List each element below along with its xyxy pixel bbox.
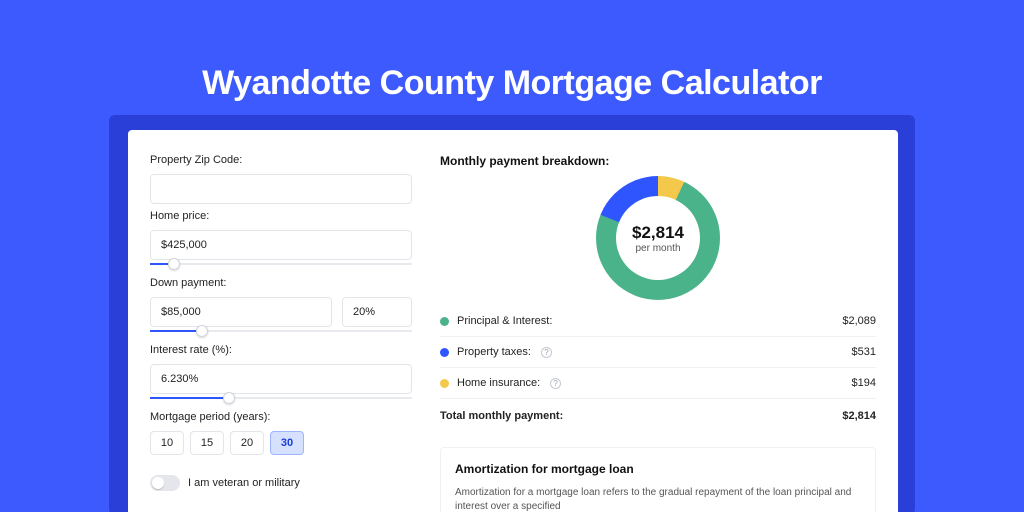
donut-sub: per month — [635, 243, 680, 254]
legend: Principal & Interest: $2,089 Property ta… — [440, 306, 876, 431]
page-title: Wyandotte County Mortgage Calculator — [0, 64, 1024, 103]
legend-row-total: Total monthly payment: $2,814 — [440, 399, 876, 431]
period-option-20[interactable]: 20 — [230, 431, 264, 455]
home-price-label: Home price: — [150, 210, 412, 222]
legend-row-taxes: Property taxes: ? $531 — [440, 337, 876, 368]
dot-icon — [440, 348, 449, 357]
donut-amount: $2,814 — [632, 223, 684, 243]
legend-row-insurance: Home insurance: ? $194 — [440, 368, 876, 399]
calculator-card: Property Zip Code: Home price: Down paym… — [128, 130, 898, 512]
amortization-card: Amortization for mortgage loan Amortizat… — [440, 447, 876, 512]
breakdown-title: Monthly payment breakdown: — [440, 154, 876, 168]
period-options: 10 15 20 30 — [150, 431, 412, 455]
legend-label: Home insurance: — [457, 377, 540, 389]
zip-label: Property Zip Code: — [150, 154, 412, 166]
donut-center: $2,814 per month — [440, 176, 876, 300]
legend-row-principal: Principal & Interest: $2,089 — [440, 306, 876, 337]
interest-rate-label: Interest rate (%): — [150, 344, 412, 356]
legend-label: Principal & Interest: — [457, 315, 552, 327]
down-payment-pct-input[interactable] — [342, 297, 412, 327]
dot-icon — [440, 317, 449, 326]
period-option-30[interactable]: 30 — [270, 431, 304, 455]
legend-amount: $2,089 — [842, 315, 876, 327]
period-option-15[interactable]: 15 — [190, 431, 224, 455]
down-payment-slider[interactable] — [150, 324, 412, 338]
toggle-knob-icon — [152, 477, 164, 489]
slider-thumb-icon[interactable] — [223, 392, 235, 404]
zip-input[interactable] — [150, 174, 412, 204]
breakdown-panel: Monthly payment breakdown: $2,814 per mo… — [440, 154, 876, 506]
info-icon[interactable]: ? — [541, 347, 552, 358]
donut-chart: $2,814 per month — [440, 176, 876, 300]
down-payment-label: Down payment: — [150, 277, 412, 289]
legend-label: Property taxes: — [457, 346, 531, 358]
interest-rate-input[interactable] — [150, 364, 412, 394]
info-icon[interactable]: ? — [550, 378, 561, 389]
legend-amount: $531 — [852, 346, 876, 358]
home-price-slider[interactable] — [150, 257, 412, 271]
home-price-input[interactable] — [150, 230, 412, 260]
dot-icon — [440, 379, 449, 388]
legend-amount: $194 — [852, 377, 876, 389]
interest-rate-slider[interactable] — [150, 391, 412, 405]
down-payment-input[interactable] — [150, 297, 332, 327]
veteran-toggle[interactable] — [150, 475, 180, 491]
slider-thumb-icon[interactable] — [168, 258, 180, 270]
legend-total-label: Total monthly payment: — [440, 410, 563, 422]
amortization-text: Amortization for a mortgage loan refers … — [455, 486, 861, 512]
veteran-label: I am veteran or military — [188, 477, 300, 489]
period-label: Mortgage period (years): — [150, 411, 412, 423]
form-panel: Property Zip Code: Home price: Down paym… — [150, 154, 412, 506]
legend-total-amount: $2,814 — [842, 410, 876, 422]
amortization-title: Amortization for mortgage loan — [455, 462, 861, 476]
period-option-10[interactable]: 10 — [150, 431, 184, 455]
slider-thumb-icon[interactable] — [196, 325, 208, 337]
